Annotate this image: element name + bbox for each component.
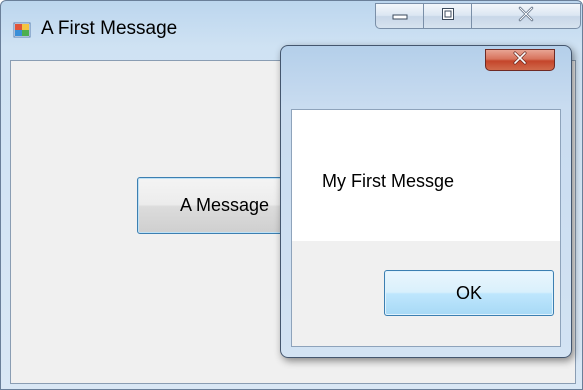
app-icon	[13, 21, 31, 39]
dialog-close-button[interactable]	[485, 49, 555, 71]
minimize-icon	[392, 7, 408, 25]
message-box-dialog: My First Messge OK	[280, 45, 572, 358]
ok-button[interactable]: OK	[384, 270, 554, 316]
close-icon	[517, 6, 535, 27]
close-button[interactable]	[471, 3, 581, 29]
minimize-button[interactable]	[375, 3, 423, 29]
message-area: My First Messge	[292, 110, 560, 241]
window-title: A First Message	[41, 18, 178, 39]
caption-buttons	[375, 3, 581, 29]
maximize-icon	[441, 7, 455, 26]
dialog-content: My First Messge OK	[291, 109, 561, 347]
dialog-message-text: My First Messge	[322, 171, 455, 191]
maximize-button[interactable]	[423, 3, 471, 29]
close-icon	[512, 51, 528, 70]
